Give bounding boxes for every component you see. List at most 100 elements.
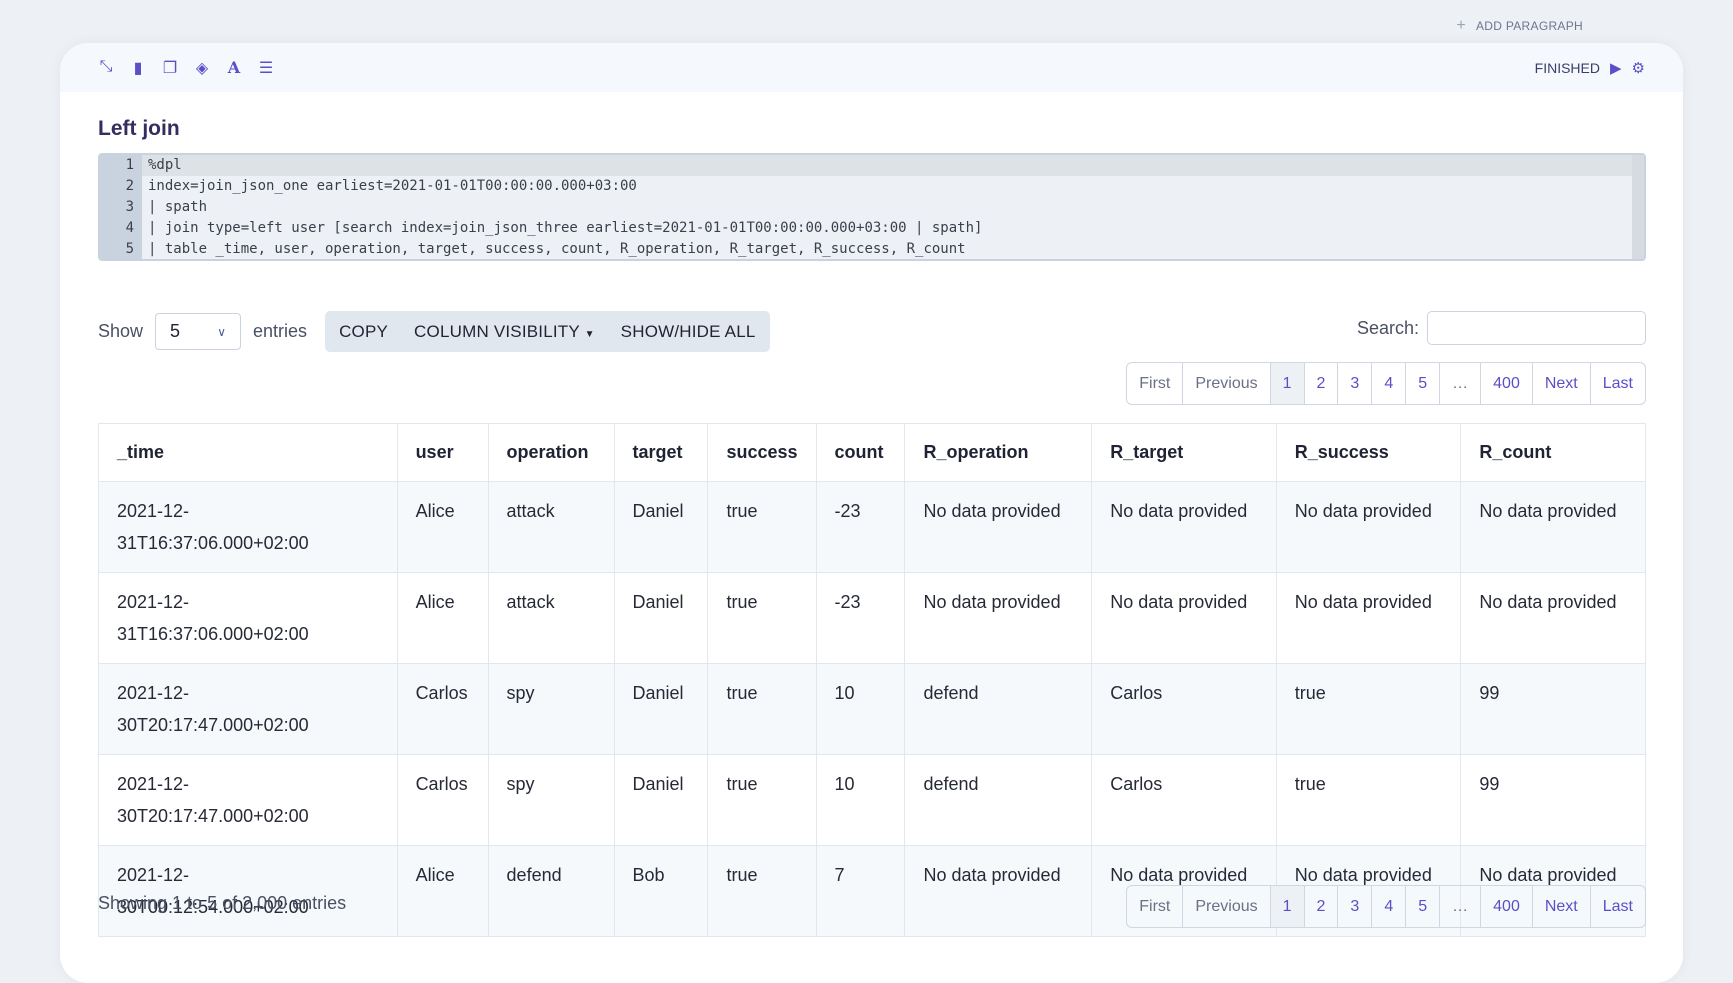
pagination-first-button[interactable]: First bbox=[1127, 886, 1182, 927]
table-cell: defend bbox=[487, 845, 615, 937]
book-icon[interactable]: ▮ bbox=[130, 58, 146, 78]
pagination-page-1-button[interactable]: 1 bbox=[1269, 363, 1304, 404]
column-header-operation[interactable]: operation bbox=[487, 423, 615, 482]
table-cell: true bbox=[1275, 663, 1462, 755]
gear-icon[interactable]: ⚙ bbox=[1632, 59, 1645, 77]
entries-label: entries bbox=[253, 321, 308, 341]
page-size-select[interactable]: 5 ∨ bbox=[155, 313, 242, 350]
table-cell: 2021-12-30T00:12:54.000+02:00 bbox=[98, 845, 398, 937]
table-cell: defend bbox=[904, 754, 1093, 846]
compress-icon[interactable]: ⤡ bbox=[98, 58, 114, 78]
pagination-page-1-button[interactable]: 1 bbox=[1269, 886, 1304, 927]
column-header-success[interactable]: success bbox=[707, 423, 817, 482]
page-size-value: 5 bbox=[170, 321, 181, 341]
code-text: | table _time, user, operation, target, … bbox=[148, 241, 966, 257]
column-header-r-count[interactable]: R_count bbox=[1460, 423, 1646, 482]
plus-icon: + bbox=[1456, 17, 1466, 34]
table-cell: 2021-12-31T16:37:06.000+02:00 bbox=[98, 572, 398, 664]
column-visibility-button[interactable]: COLUMN VISIBILITY ▼ bbox=[414, 322, 595, 342]
table-cell: Carlos bbox=[1091, 754, 1277, 846]
column-header-time[interactable]: _time bbox=[98, 423, 398, 482]
table-cell: 7 bbox=[815, 845, 906, 937]
show-label: Show bbox=[98, 321, 144, 341]
pagination-last-button[interactable]: Last bbox=[1589, 363, 1645, 404]
table-cell: No data provided bbox=[904, 845, 1093, 937]
table-row: 2021-12-30T20:17:47.000+02:00 Carlos spy Da… bbox=[98, 754, 1646, 846]
font-icon[interactable]: A bbox=[226, 58, 242, 78]
pagination-last-button[interactable]: Last bbox=[1589, 886, 1645, 927]
code-line: 1 %dpl bbox=[100, 155, 1644, 176]
table-cell: true bbox=[707, 845, 817, 937]
table-header-row: _time user operation target success count R_op… bbox=[98, 423, 1646, 482]
pagination-page-4-button[interactable]: 4 bbox=[1371, 363, 1405, 404]
table-cell: true bbox=[1275, 754, 1462, 846]
code-text: | spath bbox=[148, 199, 208, 215]
code-editor[interactable]: 1 %dpl 2 index=join_json_one earliest=2021-… bbox=[98, 153, 1646, 261]
column-header-r-operation[interactable]: R_operation bbox=[904, 423, 1093, 482]
pagination-bottom: First Previous 1 2 3 4 5… 400 Next Last bbox=[1126, 885, 1646, 928]
table-cell: true bbox=[707, 754, 817, 846]
pagination-ellipsis-button: … bbox=[1439, 886, 1480, 927]
pagination-page-3-button[interactable]: 3 bbox=[1337, 886, 1371, 927]
table-cell: No data provided bbox=[1091, 572, 1277, 664]
pagination-page-2-button[interactable]: 2 bbox=[1303, 363, 1338, 404]
column-visibility-label: COLUMN VISIBILITY bbox=[414, 321, 580, 341]
results-table: _time user operation target success count R_op… bbox=[98, 423, 1646, 937]
column-header-r-success[interactable]: R_success bbox=[1275, 423, 1462, 482]
pagination-next-button[interactable]: Next bbox=[1531, 363, 1590, 404]
code-line: 2 index=join_json_one earliest=2021-01-01… bbox=[100, 176, 1644, 197]
table-cell: defend bbox=[904, 663, 1093, 755]
pagination-page-5-button[interactable]: 5 bbox=[1405, 363, 1439, 404]
pagination-page-last-number-button[interactable]: 400 bbox=[1480, 363, 1532, 404]
pagination-page-5-button[interactable]: 5 bbox=[1405, 886, 1439, 927]
paragraph-card: ⤡ ▮ ❐ ◈ A ☰ FINISHED ▶ ⚙ Left join 1 %dpl… bbox=[60, 43, 1683, 983]
table-cell: 99 bbox=[1460, 663, 1646, 755]
paragraph-title: Left join bbox=[98, 117, 180, 140]
column-header-target[interactable]: target bbox=[613, 423, 709, 482]
table-cell: 99 bbox=[1460, 754, 1646, 846]
table-cell: Daniel bbox=[613, 663, 709, 755]
add-paragraph-label: ADD PARAGRAPH bbox=[1475, 19, 1583, 33]
editor-scrollbar[interactable] bbox=[1632, 155, 1644, 259]
column-header-r-target[interactable]: R_target bbox=[1091, 423, 1277, 482]
pagination-previous-button[interactable]: Previous bbox=[1182, 886, 1269, 927]
add-paragraph-button[interactable]: + ADD PARAGRAPH bbox=[1456, 17, 1583, 35]
table-row: 2021-12-31T16:37:06.000+02:00 Alice attack… bbox=[98, 481, 1646, 573]
column-header-count[interactable]: count bbox=[815, 423, 906, 482]
caret-down-icon: ▼ bbox=[584, 328, 595, 340]
line-number: 2 bbox=[100, 176, 142, 197]
pagination-page-4-button[interactable]: 4 bbox=[1371, 886, 1405, 927]
table-cell: true bbox=[707, 481, 817, 573]
line-number: 3 bbox=[100, 197, 142, 218]
table-cell: spy bbox=[487, 663, 615, 755]
copy-button[interactable]: COPY bbox=[339, 322, 388, 342]
show-hide-all-button[interactable]: SHOW/HIDE ALL bbox=[621, 322, 756, 342]
table-cell: No data provided bbox=[1275, 481, 1462, 573]
table-cell: true bbox=[707, 572, 817, 664]
pagination-first-button[interactable]: First bbox=[1127, 363, 1182, 404]
table-cell: attack bbox=[487, 572, 615, 664]
table-cell: 2021-12-30T20:17:47.000+02:00 bbox=[98, 663, 398, 755]
pagination-page-last-number-button[interactable]: 400 bbox=[1480, 886, 1532, 927]
code-line: 3 | spath bbox=[100, 197, 1644, 218]
table-row: 2021-12-30T20:17:47.000+02:00 Carlos spy Da… bbox=[98, 663, 1646, 755]
pagination-page-2-button[interactable]: 2 bbox=[1303, 886, 1338, 927]
column-header-user[interactable]: user bbox=[396, 423, 489, 482]
copy-icon[interactable]: ❐ bbox=[162, 58, 178, 78]
pagination-page-3-button[interactable]: 3 bbox=[1337, 363, 1371, 404]
table-info: Showing 1 to 5 of 2,000 entries bbox=[98, 893, 347, 913]
run-icon[interactable]: ▶ bbox=[1610, 59, 1622, 77]
table-cell: 10 bbox=[815, 663, 906, 755]
pagination-previous-button[interactable]: Previous bbox=[1182, 363, 1269, 404]
line-number: 5 bbox=[100, 239, 142, 259]
eraser-icon[interactable]: ◈ bbox=[194, 58, 210, 78]
table-cell: Carlos bbox=[1091, 663, 1277, 755]
table-cell: No data provided bbox=[1275, 572, 1462, 664]
search-input[interactable] bbox=[1427, 311, 1646, 345]
table-cell: Daniel bbox=[613, 754, 709, 846]
table-cell: Alice bbox=[396, 572, 489, 664]
table-cell: Carlos bbox=[396, 663, 489, 755]
paragraph-toolbar: ⤡ ▮ ❐ ◈ A ☰ FINISHED ▶ ⚙ bbox=[60, 43, 1683, 92]
pagination-next-button[interactable]: Next bbox=[1531, 886, 1590, 927]
list-ol-icon[interactable]: ☰ bbox=[258, 58, 274, 78]
